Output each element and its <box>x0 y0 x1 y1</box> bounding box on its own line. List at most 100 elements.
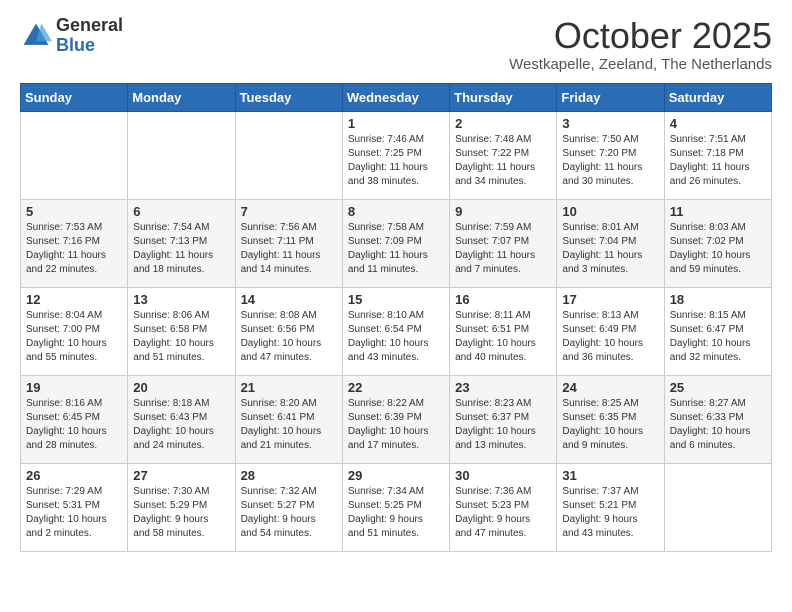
day-number: 14 <box>241 292 337 307</box>
calendar-cell: 30Sunrise: 7:36 AM Sunset: 5:23 PM Dayli… <box>450 463 557 551</box>
calendar-cell: 22 Sunrise: 8:22 AM Sunset: 6:39 PM Dayli… <box>342 375 449 463</box>
calendar-cell: 5 Sunrise: 7:53 AM Sunset: 7:16 PM Daylig… <box>21 199 128 287</box>
calendar-cell <box>235 111 342 199</box>
calendar-cell: 13Sunrise: 8:06 AM Sunset: 6:58 PM Dayli… <box>128 287 235 375</box>
day-info: Sunrise: 7:56 AM Sunset: 7:11 PM Dayligh… <box>241 221 337 277</box>
weekday-header: Thursday <box>450 83 557 111</box>
calendar-cell: 31Sunrise: 7:37 AM Sunset: 5:21 PM Dayli… <box>557 463 664 551</box>
calendar-week-row: 1 Sunrise: 7:46 AM Sunset: 7:25 PM Daylig… <box>21 111 772 199</box>
day-info: Sunrise: 7:59 AM Sunset: 7:07 PM Dayligh… <box>455 221 551 277</box>
day-info: Sunrise: 8:08 AM Sunset: 6:56 PM Dayligh… <box>241 309 337 365</box>
day-number: 8 <box>348 204 444 219</box>
calendar-cell: 19Sunrise: 8:16 AM Sunset: 6:45 PM Dayli… <box>21 375 128 463</box>
day-number: 6 <box>133 204 229 219</box>
weekday-header: Saturday <box>664 83 771 111</box>
day-number: 21 <box>241 380 337 395</box>
day-number: 15 <box>348 292 444 307</box>
calendar-table: SundayMondayTuesdayWednesdayThursdayFrid… <box>20 83 772 552</box>
day-number: 23 <box>455 380 551 395</box>
day-info: Sunrise: 8:10 AM Sunset: 6:54 PM Dayligh… <box>348 309 444 365</box>
calendar-cell: 8 Sunrise: 7:58 AM Sunset: 7:09 PM Daylig… <box>342 199 449 287</box>
day-info: Sunrise: 8:15 AM Sunset: 6:47 PM Dayligh… <box>670 309 766 365</box>
calendar-cell: 1 Sunrise: 7:46 AM Sunset: 7:25 PM Daylig… <box>342 111 449 199</box>
weekday-header-row: SundayMondayTuesdayWednesdayThursdayFrid… <box>21 83 772 111</box>
day-info: Sunrise: 8:11 AM Sunset: 6:51 PM Dayligh… <box>455 309 551 365</box>
day-info: Sunrise: 8:18 AM Sunset: 6:43 PM Dayligh… <box>133 397 229 453</box>
calendar-cell: 6 Sunrise: 7:54 AM Sunset: 7:13 PM Daylig… <box>128 199 235 287</box>
logo-text: General Blue <box>56 16 123 56</box>
calendar-cell: 7 Sunrise: 7:56 AM Sunset: 7:11 PM Daylig… <box>235 199 342 287</box>
day-number: 1 <box>348 116 444 131</box>
calendar-cell: 2Sunrise: 7:48 AM Sunset: 7:22 PM Daylig… <box>450 111 557 199</box>
calendar-cell: 24 Sunrise: 8:25 AM Sunset: 6:35 PM Dayli… <box>557 375 664 463</box>
calendar-cell: 20 Sunrise: 8:18 AM Sunset: 6:43 PM Dayli… <box>128 375 235 463</box>
day-number: 29 <box>348 468 444 483</box>
calendar-week-row: 19Sunrise: 8:16 AM Sunset: 6:45 PM Dayli… <box>21 375 772 463</box>
day-info: Sunrise: 8:20 AM Sunset: 6:41 PM Dayligh… <box>241 397 337 453</box>
calendar-cell <box>128 111 235 199</box>
calendar-week-row: 12 Sunrise: 8:04 AM Sunset: 7:00 PM Dayli… <box>21 287 772 375</box>
calendar-cell: 12 Sunrise: 8:04 AM Sunset: 7:00 PM Dayli… <box>21 287 128 375</box>
calendar-cell: 17Sunrise: 8:13 AM Sunset: 6:49 PM Dayli… <box>557 287 664 375</box>
day-number: 4 <box>670 116 766 131</box>
day-info: Sunrise: 8:23 AM Sunset: 6:37 PM Dayligh… <box>455 397 551 453</box>
calendar-cell: 28Sunrise: 7:32 AM Sunset: 5:27 PM Dayli… <box>235 463 342 551</box>
calendar-cell: 10 Sunrise: 8:01 AM Sunset: 7:04 PM Dayli… <box>557 199 664 287</box>
calendar-cell: 18 Sunrise: 8:15 AM Sunset: 6:47 PM Dayli… <box>664 287 771 375</box>
day-number: 10 <box>562 204 658 219</box>
day-info: Sunrise: 7:29 AM Sunset: 5:31 PM Dayligh… <box>26 485 122 541</box>
location: Westkapelle, Zeeland, The Netherlands <box>509 56 772 73</box>
day-info: Sunrise: 8:22 AM Sunset: 6:39 PM Dayligh… <box>348 397 444 453</box>
day-number: 18 <box>670 292 766 307</box>
day-number: 19 <box>26 380 122 395</box>
day-number: 3 <box>562 116 658 131</box>
day-number: 31 <box>562 468 658 483</box>
day-number: 20 <box>133 380 229 395</box>
day-info: Sunrise: 8:25 AM Sunset: 6:35 PM Dayligh… <box>562 397 658 453</box>
day-info: Sunrise: 7:32 AM Sunset: 5:27 PM Dayligh… <box>241 485 337 541</box>
calendar-cell: 4 Sunrise: 7:51 AM Sunset: 7:18 PM Daylig… <box>664 111 771 199</box>
weekday-header: Sunday <box>21 83 128 111</box>
day-number: 26 <box>26 468 122 483</box>
day-number: 27 <box>133 468 229 483</box>
calendar-cell: 11 Sunrise: 8:03 AM Sunset: 7:02 PM Dayli… <box>664 199 771 287</box>
day-info: Sunrise: 8:13 AM Sunset: 6:49 PM Dayligh… <box>562 309 658 365</box>
calendar-week-row: 5 Sunrise: 7:53 AM Sunset: 7:16 PM Daylig… <box>21 199 772 287</box>
day-number: 25 <box>670 380 766 395</box>
day-number: 13 <box>133 292 229 307</box>
day-info: Sunrise: 7:48 AM Sunset: 7:22 PM Dayligh… <box>455 133 551 189</box>
weekday-header: Tuesday <box>235 83 342 111</box>
day-number: 12 <box>26 292 122 307</box>
day-info: Sunrise: 8:03 AM Sunset: 7:02 PM Dayligh… <box>670 221 766 277</box>
day-info: Sunrise: 8:01 AM Sunset: 7:04 PM Dayligh… <box>562 221 658 277</box>
day-number: 11 <box>670 204 766 219</box>
calendar-cell: 9 Sunrise: 7:59 AM Sunset: 7:07 PM Daylig… <box>450 199 557 287</box>
day-info: Sunrise: 7:36 AM Sunset: 5:23 PM Dayligh… <box>455 485 551 541</box>
day-number: 7 <box>241 204 337 219</box>
logo-icon <box>20 20 52 52</box>
calendar-cell: 26 Sunrise: 7:29 AM Sunset: 5:31 PM Dayli… <box>21 463 128 551</box>
calendar-cell: 27 Sunrise: 7:30 AM Sunset: 5:29 PM Dayli… <box>128 463 235 551</box>
calendar-cell: 14 Sunrise: 8:08 AM Sunset: 6:56 PM Dayli… <box>235 287 342 375</box>
logo: General Blue <box>20 16 123 56</box>
day-number: 5 <box>26 204 122 219</box>
day-info: Sunrise: 8:04 AM Sunset: 7:00 PM Dayligh… <box>26 309 122 365</box>
day-number: 24 <box>562 380 658 395</box>
day-number: 16 <box>455 292 551 307</box>
day-info: Sunrise: 8:27 AM Sunset: 6:33 PM Dayligh… <box>670 397 766 453</box>
title-section: October 2025 Westkapelle, Zeeland, The N… <box>509 16 772 73</box>
weekday-header: Wednesday <box>342 83 449 111</box>
day-info: Sunrise: 7:30 AM Sunset: 5:29 PM Dayligh… <box>133 485 229 541</box>
calendar-cell: 29Sunrise: 7:34 AM Sunset: 5:25 PM Dayli… <box>342 463 449 551</box>
day-info: Sunrise: 7:46 AM Sunset: 7:25 PM Dayligh… <box>348 133 444 189</box>
day-number: 22 <box>348 380 444 395</box>
weekday-header: Monday <box>128 83 235 111</box>
calendar-cell: 3Sunrise: 7:50 AM Sunset: 7:20 PM Daylig… <box>557 111 664 199</box>
calendar-cell <box>21 111 128 199</box>
day-info: Sunrise: 7:53 AM Sunset: 7:16 PM Dayligh… <box>26 221 122 277</box>
day-info: Sunrise: 7:51 AM Sunset: 7:18 PM Dayligh… <box>670 133 766 189</box>
day-info: Sunrise: 7:54 AM Sunset: 7:13 PM Dayligh… <box>133 221 229 277</box>
logo-blue-text: Blue <box>56 36 123 56</box>
day-info: Sunrise: 7:58 AM Sunset: 7:09 PM Dayligh… <box>348 221 444 277</box>
day-number: 9 <box>455 204 551 219</box>
